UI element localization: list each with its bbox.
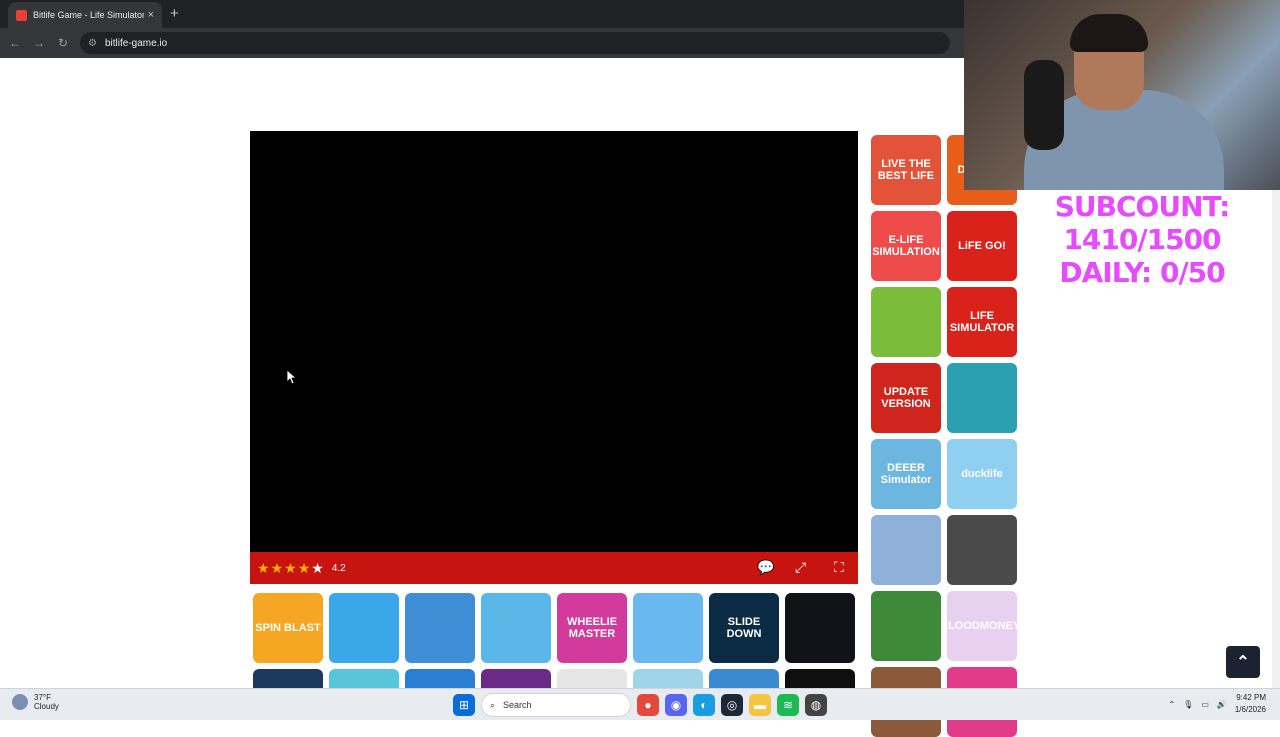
search-label: Search bbox=[503, 700, 532, 710]
browser-tab[interactable]: Bitlife Game - Life Simulator × bbox=[8, 2, 162, 28]
game-thumbnail[interactable]: WHEELIE MASTER bbox=[557, 593, 627, 663]
date: 1/6/2026 bbox=[1234, 705, 1266, 714]
game-thumbnail-label: DEEER Simulator bbox=[880, 462, 932, 486]
cloud-icon bbox=[12, 694, 28, 710]
game-thumbnail[interactable] bbox=[329, 669, 399, 689]
site-info-icon[interactable]: ⚙ bbox=[88, 38, 97, 49]
sidebar-game-thumbnail[interactable]: BLOODMONEY! bbox=[947, 591, 1017, 661]
game-thumbnail-label: ducklife bbox=[961, 468, 1003, 480]
start-icon[interactable]: ⊞ bbox=[453, 694, 475, 716]
game-thumbnail[interactable] bbox=[481, 669, 551, 689]
star-icon[interactable]: ★ bbox=[271, 560, 284, 577]
sidebar-game-thumbnail[interactable]: LIVE THE BEST LIFE bbox=[871, 135, 941, 205]
scroll-to-top-button[interactable]: ⌃ bbox=[1226, 646, 1260, 678]
spotify-icon[interactable]: ≋ bbox=[777, 694, 799, 716]
sidebar-game-thumbnail[interactable] bbox=[947, 515, 1017, 585]
game-thumbnail[interactable] bbox=[633, 669, 703, 689]
weather-widget[interactable]: 37°F Cloudy bbox=[12, 693, 59, 711]
game-thumbnail[interactable]: SPIN BLAST bbox=[253, 593, 323, 663]
sidebar-games-col-1: LIVE THE BEST LIFE E-LIFE SIMULATION UPDAT… bbox=[871, 135, 941, 737]
weather-condition: Cloudy bbox=[34, 702, 59, 711]
favicon-icon bbox=[16, 9, 27, 21]
star-icon[interactable]: ★ bbox=[298, 560, 311, 577]
sidebar-game-thumbnail[interactable] bbox=[871, 515, 941, 585]
system-tray: ⌃ 🎙 ▭ 🔊 9:42 PM 1/6/2026 bbox=[1168, 692, 1266, 716]
game-thumbnail[interactable] bbox=[481, 593, 551, 663]
webcam-overlay bbox=[964, 0, 1280, 190]
game-control-bar: ★ ★ ★ ★ ★ 4.2 💬 ⤢ ⛶ bbox=[250, 552, 858, 584]
clock[interactable]: 9:42 PM 1/6/2026 bbox=[1235, 692, 1266, 716]
taskbar-apps: ⊞ ⌕ Search ● ◉ ◐ ◎ ▬ ≋ ◍ bbox=[453, 693, 827, 717]
game-thumbnail-label: SPIN BLAST bbox=[255, 622, 321, 634]
game-thumbnail-label: LiFE GO! bbox=[958, 240, 1006, 252]
edge-icon[interactable]: ◐ bbox=[693, 694, 715, 716]
steam-icon[interactable]: ◎ bbox=[721, 694, 743, 716]
star-icon[interactable]: ★ bbox=[284, 560, 297, 577]
forward-icon[interactable]: → bbox=[27, 36, 51, 50]
discord-icon[interactable]: ◉ bbox=[665, 694, 687, 716]
game-thumbnail[interactable] bbox=[709, 669, 779, 689]
game-thumbnail[interactable] bbox=[785, 593, 855, 663]
back-icon[interactable]: ← bbox=[3, 36, 27, 50]
related-games-row-2 bbox=[253, 669, 855, 689]
game-thumbnail-label: LIFE SIMULATOR bbox=[949, 310, 1015, 334]
subcount-text: SUBCOUNT: 1410/1500 bbox=[1054, 190, 1231, 256]
stream-overlay: SUBCOUNT: 1410/1500 DAILY: 0/50 bbox=[1004, 190, 1280, 289]
time: 9:42 PM bbox=[1236, 693, 1266, 702]
volume-icon[interactable]: 🔊 bbox=[1217, 700, 1227, 709]
reload-icon[interactable]: ↻ bbox=[51, 36, 75, 50]
sidebar-game-thumbnail[interactable] bbox=[947, 363, 1017, 433]
sidebar-game-thumbnail[interactable] bbox=[871, 287, 941, 357]
expand-icon[interactable]: ⤢ bbox=[795, 559, 806, 576]
tab-close-icon[interactable]: × bbox=[148, 9, 154, 21]
game-thumbnail[interactable] bbox=[785, 669, 855, 689]
game-thumbnail-label: LIVE THE BEST LIFE bbox=[877, 158, 935, 182]
chrome-icon[interactable]: ● bbox=[637, 694, 659, 716]
sidebar-game-thumbnail[interactable]: UPDATE VERSION bbox=[871, 363, 941, 433]
network-icon[interactable]: ▭ bbox=[1201, 700, 1209, 709]
temperature: 37°F bbox=[34, 693, 51, 702]
sidebar-game-thumbnail[interactable]: ducklife bbox=[947, 439, 1017, 509]
sidebar-game-thumbnail[interactable] bbox=[871, 591, 941, 661]
sidebar-game-thumbnail[interactable]: DEEER Simulator bbox=[871, 439, 941, 509]
mouse-cursor-icon bbox=[287, 370, 296, 384]
address-bar[interactable]: ⚙ bitlife-game.io bbox=[80, 32, 950, 54]
taskbar-search[interactable]: ⌕ Search bbox=[481, 693, 631, 717]
sidebar-game-thumbnail[interactable]: E-LIFE SIMULATION bbox=[871, 211, 941, 281]
daily-text: DAILY: 0/50 bbox=[1059, 256, 1225, 289]
windows-taskbar: 37°F Cloudy ⊞ ⌕ Search ● ◉ ◐ ◎ ▬ ≋ ◍ ⌃ 🎙… bbox=[0, 688, 1280, 720]
rating-value: 4.2 bbox=[331, 562, 346, 574]
file-explorer-icon[interactable]: ▬ bbox=[749, 694, 771, 716]
game-thumbnail[interactable] bbox=[329, 593, 399, 663]
game-thumbnail-label: SLIDE DOWN bbox=[726, 616, 762, 640]
comment-icon[interactable]: 💬 bbox=[757, 559, 774, 576]
game-thumbnail-label: E-LIFE SIMULATION bbox=[872, 234, 940, 258]
game-thumbnail[interactable] bbox=[557, 669, 627, 689]
related-games-row: SPIN BLAST WHEELIE MASTER SLIDE DOWN bbox=[253, 593, 855, 663]
obs-icon[interactable]: ◍ bbox=[805, 694, 827, 716]
game-thumbnail[interactable] bbox=[633, 593, 703, 663]
game-thumbnail-label: WHEELIE MASTER bbox=[566, 616, 618, 640]
microphone-tray-icon[interactable]: 🎙 bbox=[1183, 700, 1193, 709]
chevron-up-icon[interactable]: ⌃ bbox=[1168, 700, 1175, 709]
star-icon[interactable]: ★ bbox=[311, 560, 324, 577]
url-text: bitlife-game.io bbox=[104, 37, 168, 49]
game-thumbnail-label: UPDATE VERSION bbox=[881, 386, 931, 410]
sidebar-game-thumbnail[interactable]: LIFE SIMULATOR bbox=[947, 287, 1017, 357]
game-thumbnail[interactable] bbox=[253, 669, 323, 689]
game-thumbnail[interactable]: SLIDE DOWN bbox=[709, 593, 779, 663]
tab-title: Bitlife Game - Life Simulator bbox=[33, 10, 144, 20]
game-thumbnail-label: BLOODMONEY! bbox=[947, 620, 1017, 632]
game-thumbnail[interactable] bbox=[405, 593, 475, 663]
game-thumbnail[interactable] bbox=[405, 669, 475, 689]
search-icon: ⌕ bbox=[490, 699, 496, 710]
fullscreen-icon[interactable]: ⛶ bbox=[834, 559, 844, 576]
star-icon[interactable]: ★ bbox=[257, 560, 270, 577]
game-canvas[interactable] bbox=[250, 131, 858, 552]
microphone-icon bbox=[1024, 60, 1064, 150]
new-tab-button[interactable]: + bbox=[170, 5, 179, 22]
webcam-hair bbox=[1070, 14, 1148, 52]
